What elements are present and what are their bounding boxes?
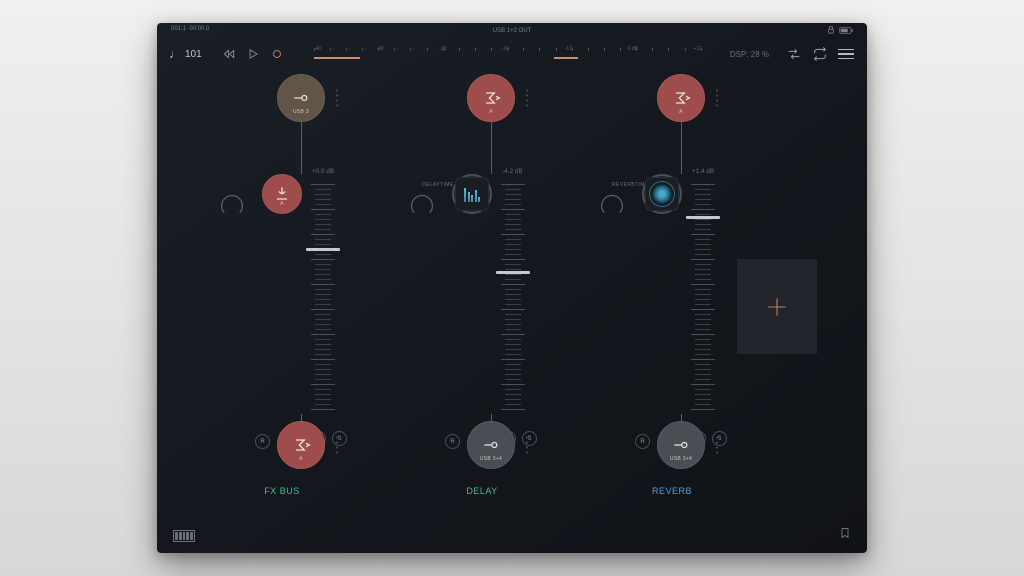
footer [173, 526, 851, 545]
rewind-button[interactable] [220, 45, 238, 63]
reverb-fx-node[interactable] [642, 174, 682, 214]
loop-button[interactable] [811, 45, 829, 63]
routing-button[interactable] [785, 45, 803, 63]
daw-mixer-view: 001:1 00:00.0 USB 1+2 OUT ♩ 101 -40-48-3… [157, 23, 867, 553]
transport-position: 001:1 00:00.0 [171, 26, 209, 32]
reverbtime-knob[interactable] [599, 192, 625, 218]
solo-button[interactable]: S [332, 431, 347, 446]
channel-delay: A DELAYTIME -4.2 dB M S R USB 3+4 [397, 69, 567, 504]
fader[interactable] [307, 184, 339, 414]
play-button[interactable] [244, 45, 262, 63]
output-meter: -40-48-36-24-120 dB+12 [314, 44, 702, 64]
delaytime-knob[interactable] [409, 192, 435, 218]
sum-node[interactable]: A [277, 421, 325, 469]
transport [220, 45, 286, 63]
channel-reverb: A REVERBTIME +1.4 dB M S R USB 3+4 [587, 69, 757, 504]
output-io-node[interactable]: USB 3+4 [467, 421, 515, 469]
gain-readout: +0.0 dB [312, 169, 334, 175]
channel-name[interactable]: DELAY [397, 486, 567, 496]
send-knob[interactable] [219, 192, 245, 218]
keyboard-icon[interactable] [173, 530, 195, 542]
gain-readout: -4.2 dB [502, 169, 523, 175]
bookmark-icon[interactable] [839, 526, 851, 545]
record-arm-button[interactable]: R [445, 434, 460, 449]
dsp-readout: DSP: 28 % [730, 50, 769, 59]
lock-icon [827, 26, 835, 34]
solo-button[interactable]: S [522, 431, 537, 446]
solo-button[interactable]: S [712, 431, 727, 446]
fader[interactable] [497, 184, 529, 414]
output-io-node[interactable]: USB 3+4 [657, 421, 705, 469]
sum-input-node[interactable]: A [657, 74, 705, 122]
meter-level-l [314, 57, 361, 59]
record-arm-button[interactable]: R [635, 434, 650, 449]
channel-fxbus: USB 3 A +0.0 dB M S R A [207, 69, 377, 504]
output-node[interactable]: A [262, 174, 302, 214]
note-icon: ♩ [169, 47, 181, 61]
output-label: USB 1+2 OUT [493, 28, 532, 34]
mixer-canvas: USB 3 A +0.0 dB M S R A [157, 69, 867, 529]
delay-fx-node[interactable] [452, 174, 492, 214]
param-label: DELAYTIME [422, 182, 454, 188]
record-button[interactable] [268, 45, 286, 63]
channel-name[interactable]: REVERB [587, 486, 757, 496]
battery-icon [839, 27, 853, 34]
sum-input-node[interactable]: A [467, 74, 515, 122]
channel-name[interactable]: FX BUS [197, 486, 367, 496]
input-io-node[interactable]: USB 3 [277, 74, 325, 122]
plus-icon [764, 294, 790, 320]
header: ♩ 101 -40-48-36-24-120 dB+12 DSP: 28 % [157, 39, 867, 69]
menu-button[interactable] [837, 45, 855, 63]
gain-readout: +1.4 dB [692, 169, 714, 175]
add-channel-button[interactable] [737, 259, 817, 354]
tempo[interactable]: ♩ 101 [169, 47, 202, 61]
topbar: 001:1 00:00.0 USB 1+2 OUT [157, 23, 867, 39]
meter-level-r [554, 57, 577, 59]
status-icons [827, 26, 853, 34]
record-arm-button[interactable]: R [255, 434, 270, 449]
fader[interactable] [687, 184, 719, 414]
